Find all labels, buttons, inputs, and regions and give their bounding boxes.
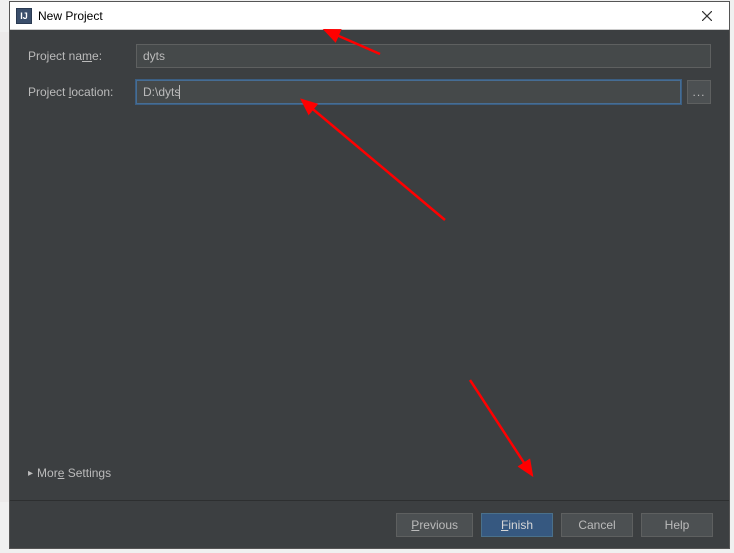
new-project-dialog: IJ New Project Project name: Project loc… xyxy=(9,1,730,549)
project-location-row: Project location: D:\dyts ... xyxy=(28,80,711,104)
titlebar: IJ New Project xyxy=(10,2,729,30)
finish-button[interactable]: Finish xyxy=(481,513,553,537)
dialog-content: Project name: Project location: D:\dyts … xyxy=(10,30,729,500)
background-strip xyxy=(0,32,9,502)
more-settings-label: More Settings xyxy=(37,466,111,480)
project-name-input[interactable] xyxy=(136,44,711,68)
more-settings-toggle[interactable]: ▸ More Settings xyxy=(28,466,711,480)
previous-button[interactable]: Previous xyxy=(396,513,473,537)
project-name-row: Project name: xyxy=(28,44,711,68)
text-caret xyxy=(179,85,180,99)
help-button[interactable]: Help xyxy=(641,513,713,537)
chevron-right-icon: ▸ xyxy=(28,468,33,479)
close-icon xyxy=(702,11,712,21)
dialog-footer: Previous Finish Cancel Help xyxy=(10,500,729,548)
cancel-button[interactable]: Cancel xyxy=(561,513,633,537)
content-spacer xyxy=(28,116,711,460)
project-location-label: Project location: xyxy=(28,85,136,99)
app-icon: IJ xyxy=(16,8,32,24)
project-location-input[interactable]: D:\dyts xyxy=(136,80,681,104)
project-name-label: Project name: xyxy=(28,49,136,63)
close-button[interactable] xyxy=(685,2,729,30)
project-location-value: D:\dyts xyxy=(143,85,180,99)
window-title: New Project xyxy=(38,9,685,23)
browse-button[interactable]: ... xyxy=(687,80,711,104)
